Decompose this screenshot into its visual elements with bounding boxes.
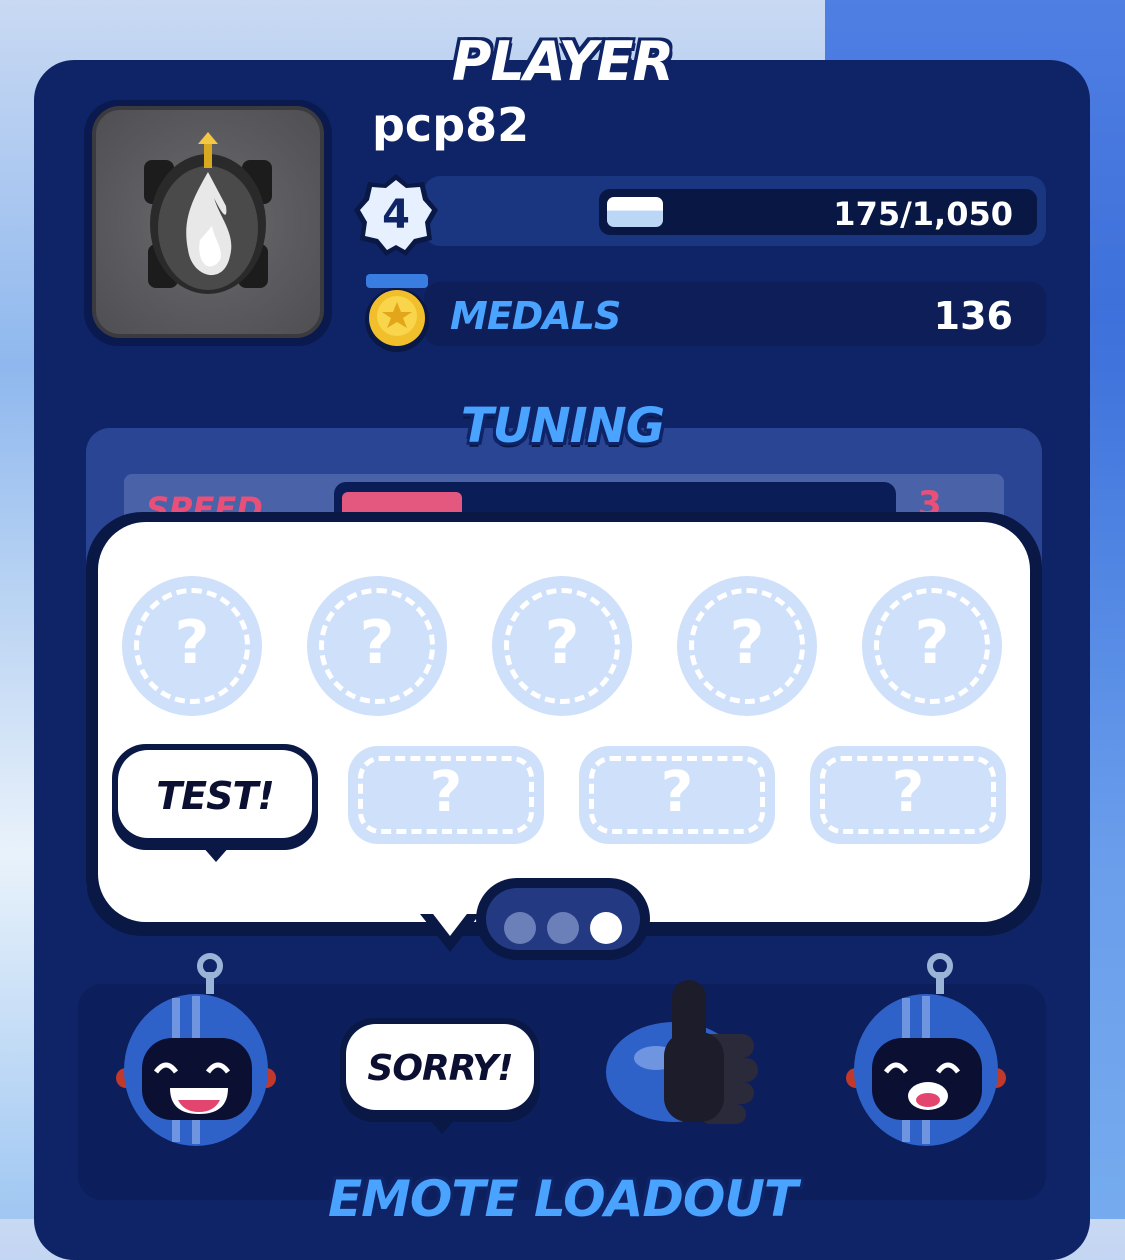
page-dot-3[interactable] bbox=[590, 912, 622, 944]
page-indicator bbox=[476, 878, 650, 960]
xp-progress-fill bbox=[607, 197, 663, 227]
question-mark-icon: ? bbox=[174, 608, 210, 678]
page-dot-1[interactable] bbox=[504, 912, 536, 944]
emote-sorry-bubble[interactable]: SORRY! bbox=[340, 1018, 540, 1122]
question-mark-icon: ? bbox=[359, 608, 395, 678]
medals-count: 136 bbox=[933, 294, 1013, 338]
emote-loadout-title: EMOTE LOADOUT bbox=[327, 1170, 798, 1228]
avatar-frame[interactable] bbox=[84, 100, 332, 346]
emote-slot-3[interactable]: ? bbox=[492, 576, 632, 716]
emote-test-label: TEST! bbox=[156, 774, 275, 818]
question-mark-icon: ? bbox=[729, 608, 765, 678]
emote-slot-4[interactable]: ? bbox=[677, 576, 817, 716]
popup-tail-inner bbox=[430, 910, 470, 936]
question-mark-icon: ? bbox=[429, 760, 463, 825]
emote-rect-slot-3[interactable]: ? bbox=[810, 746, 1006, 844]
page-dot-2[interactable] bbox=[547, 912, 579, 944]
xp-text: 175/1,050 bbox=[833, 195, 1013, 233]
question-mark-icon: ? bbox=[544, 608, 580, 678]
question-mark-icon: ? bbox=[914, 608, 950, 678]
bubble-tail bbox=[428, 1118, 456, 1134]
emote-rect-slot-1[interactable]: ? bbox=[348, 746, 544, 844]
username: pcp82 bbox=[372, 98, 530, 152]
emote-slot-5[interactable]: ? bbox=[862, 576, 1002, 716]
xp-progress-bar: 175/1,050 bbox=[596, 186, 1040, 238]
robot-laugh-icon[interactable] bbox=[116, 952, 276, 1152]
level-number: 4 bbox=[382, 192, 410, 238]
emote-slot-1[interactable]: ? bbox=[122, 576, 262, 716]
emote-rect-slot-2[interactable]: ? bbox=[579, 746, 775, 844]
bubble-tail bbox=[202, 846, 230, 862]
thumbs-up-icon[interactable] bbox=[604, 972, 768, 1136]
robot-shout-icon[interactable] bbox=[846, 952, 1006, 1152]
car-flame-icon bbox=[144, 132, 272, 294]
page-title: PLAYER bbox=[451, 30, 674, 93]
question-mark-icon: ? bbox=[891, 760, 925, 825]
question-mark-icon: ? bbox=[660, 760, 694, 825]
emote-test-bubble[interactable]: TEST! bbox=[112, 744, 318, 850]
avatar bbox=[92, 106, 324, 338]
emote-sorry-label: SORRY! bbox=[367, 1048, 513, 1089]
medal-star-icon bbox=[365, 274, 429, 352]
emote-slot-2[interactable]: ? bbox=[307, 576, 447, 716]
page-indicator-track bbox=[486, 888, 640, 950]
medals-label: MEDALS bbox=[450, 294, 621, 338]
level-label: LEVEL bbox=[460, 192, 586, 236]
tuning-title: TUNING bbox=[460, 398, 665, 454]
